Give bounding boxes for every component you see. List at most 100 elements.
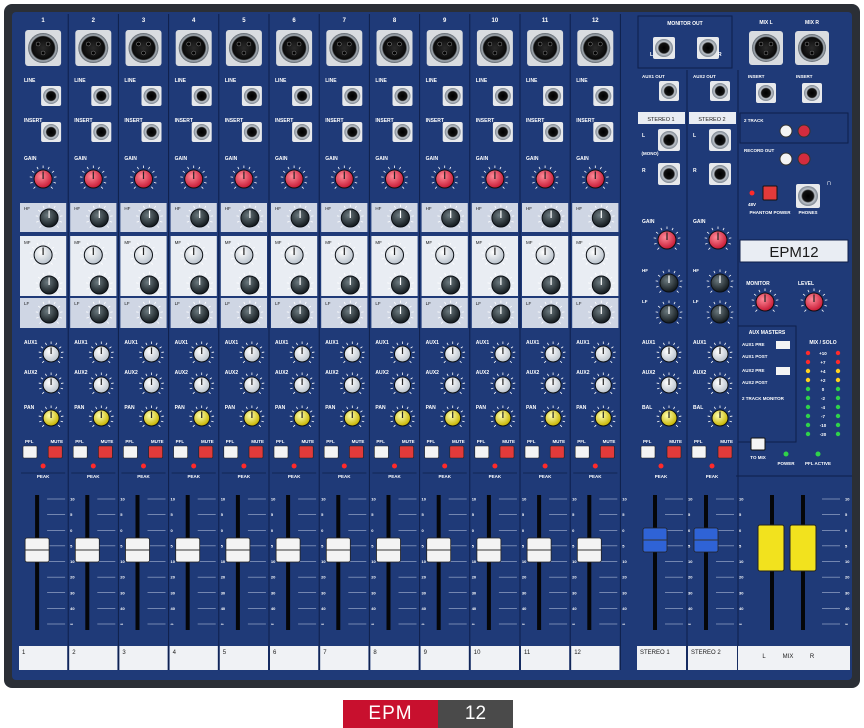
mute-button-12[interactable] bbox=[600, 445, 615, 459]
record-out-r[interactable] bbox=[797, 152, 811, 166]
mute-button-7[interactable] bbox=[349, 445, 364, 459]
mute-button-6[interactable] bbox=[298, 445, 314, 459]
bal-label: BAL bbox=[693, 405, 703, 411]
master-fader-r[interactable] bbox=[789, 524, 817, 572]
mic-input-11[interactable] bbox=[527, 30, 564, 66]
mic-input-5[interactable] bbox=[225, 30, 262, 66]
two-track-to-mix-button[interactable] bbox=[750, 437, 766, 451]
aux-out-jack-1[interactable] bbox=[659, 81, 679, 101]
mix-r-insert[interactable] bbox=[802, 83, 822, 103]
fader-scale-label: 30 bbox=[739, 590, 744, 595]
mic-input-1[interactable] bbox=[25, 30, 62, 66]
phones-jack[interactable] bbox=[796, 184, 820, 208]
stereo-mute-button-2[interactable] bbox=[717, 445, 733, 459]
mute-button-1[interactable] bbox=[47, 445, 63, 459]
stereo-mute-button-1[interactable] bbox=[666, 445, 682, 459]
pfl-button-7[interactable] bbox=[323, 445, 339, 459]
stereo-in-r-1[interactable] bbox=[658, 163, 680, 185]
line-input-2[interactable] bbox=[91, 86, 112, 106]
mute-label: MUTE bbox=[402, 439, 415, 444]
insert-jack-4[interactable] bbox=[191, 122, 212, 142]
master-fader-l[interactable] bbox=[757, 524, 785, 572]
mute-button-8[interactable] bbox=[399, 445, 414, 459]
aux-out-jack-2[interactable] bbox=[710, 81, 730, 101]
mix-l-insert[interactable] bbox=[756, 83, 776, 103]
line-input-8[interactable] bbox=[392, 86, 413, 106]
phantom-power-button[interactable] bbox=[762, 185, 778, 201]
insert-jack-2[interactable] bbox=[91, 122, 112, 142]
two-track-in-r[interactable] bbox=[797, 124, 811, 138]
mic-input-9[interactable] bbox=[426, 30, 463, 66]
pfl-button-10[interactable] bbox=[474, 445, 490, 459]
pfl-button-6[interactable] bbox=[273, 445, 289, 459]
mic-input-6[interactable] bbox=[276, 30, 313, 66]
line-input-9[interactable] bbox=[442, 86, 463, 106]
insert-jack-11[interactable] bbox=[543, 122, 564, 142]
line-input-4[interactable] bbox=[191, 86, 212, 106]
insert-jack-9[interactable] bbox=[442, 122, 463, 142]
line-input-1[interactable] bbox=[41, 86, 62, 106]
meter-scale-label: -20 bbox=[820, 432, 827, 437]
aux2-pre-post-switch[interactable] bbox=[776, 367, 790, 375]
peak-label: PEAK bbox=[238, 474, 251, 479]
gain-label: GAIN bbox=[24, 156, 37, 162]
insert-jack-8[interactable] bbox=[392, 122, 413, 142]
pfl-button-3[interactable] bbox=[123, 445, 138, 459]
insert-jack-7[interactable] bbox=[342, 122, 363, 142]
mute-label: MUTE bbox=[669, 439, 682, 444]
line-input-5[interactable] bbox=[241, 86, 262, 106]
fader-scale-label: 30 bbox=[522, 590, 527, 595]
mic-input-2[interactable] bbox=[75, 30, 112, 66]
mute-button-9[interactable] bbox=[449, 445, 465, 459]
line-input-7[interactable] bbox=[342, 86, 363, 106]
xlr-pin bbox=[337, 41, 342, 47]
mic-input-12[interactable] bbox=[577, 30, 614, 66]
stereo-in-l-2[interactable] bbox=[709, 129, 731, 151]
record-out-l[interactable] bbox=[779, 152, 793, 166]
line-input-6[interactable] bbox=[292, 86, 313, 106]
pfl-button-5[interactable] bbox=[223, 445, 239, 459]
stereo-in-r-2[interactable] bbox=[709, 163, 731, 185]
pfl-button-1[interactable] bbox=[22, 445, 38, 459]
insert-jack-5[interactable] bbox=[241, 122, 262, 142]
line-input-10[interactable] bbox=[492, 86, 513, 106]
insert-jack-6[interactable] bbox=[292, 122, 313, 142]
insert-jack-10[interactable] bbox=[492, 122, 513, 142]
pfl-button-8[interactable] bbox=[374, 445, 389, 459]
mix-l-output[interactable] bbox=[749, 31, 783, 65]
mute-button-4[interactable] bbox=[198, 445, 214, 459]
mix-r-output[interactable] bbox=[795, 31, 829, 65]
mic-input-7[interactable] bbox=[326, 30, 363, 66]
pfl-button-11[interactable] bbox=[524, 445, 540, 459]
aux1-pre-post-switch[interactable] bbox=[776, 341, 790, 349]
mic-input-4[interactable] bbox=[175, 30, 212, 66]
mute-button-3[interactable] bbox=[148, 445, 163, 459]
peak-led-4 bbox=[191, 463, 197, 469]
insert-jack-1[interactable] bbox=[41, 122, 62, 142]
mute-button-5[interactable] bbox=[248, 445, 264, 459]
line-input-3[interactable] bbox=[141, 86, 162, 106]
insert-label: INSERT bbox=[325, 118, 343, 124]
pfl-button-9[interactable] bbox=[424, 445, 439, 459]
two-track-in-l[interactable] bbox=[779, 124, 793, 138]
line-input-11[interactable] bbox=[543, 86, 564, 106]
stereo-in-l-1[interactable] bbox=[658, 129, 680, 151]
mic-input-10[interactable] bbox=[476, 30, 513, 66]
monitor-out-r-jack[interactable] bbox=[697, 37, 719, 59]
mic-input-8[interactable] bbox=[376, 30, 413, 66]
pfl-button-4[interactable] bbox=[173, 445, 188, 459]
mute-button-2[interactable] bbox=[98, 445, 113, 459]
pfl-button-12[interactable] bbox=[574, 445, 590, 459]
stereo-pfl-button-1[interactable] bbox=[640, 445, 656, 459]
mute-button-11[interactable] bbox=[549, 445, 565, 459]
mic-input-3[interactable] bbox=[125, 30, 162, 66]
monitor-out-l-jack[interactable] bbox=[653, 37, 675, 59]
insert-jack-3[interactable] bbox=[141, 122, 162, 142]
insert-jack-12[interactable] bbox=[593, 122, 614, 142]
pfl-label: PFL bbox=[326, 439, 335, 444]
pfl-button-2[interactable] bbox=[72, 445, 88, 459]
pan-label: PAN bbox=[426, 405, 437, 411]
stereo-pfl-button-2[interactable] bbox=[691, 445, 707, 459]
mute-button-10[interactable] bbox=[499, 445, 515, 459]
line-input-12[interactable] bbox=[593, 86, 614, 106]
